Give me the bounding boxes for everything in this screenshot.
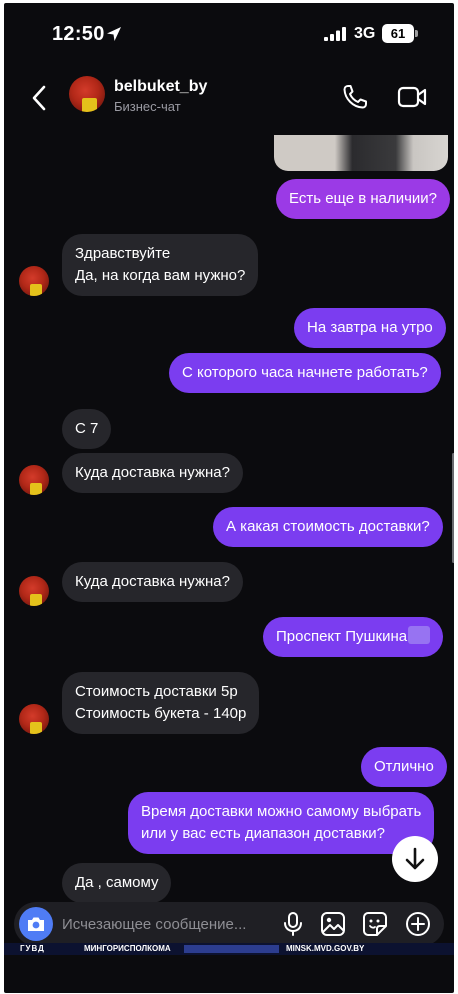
message-bubble-outgoing[interactable]: А какая стоимость доставки? [213,507,443,547]
sender-avatar [19,704,49,734]
location-arrow-icon [107,27,121,41]
status-bar: 12:50 3G 61 [4,3,454,65]
add-plus-icon[interactable] [405,911,431,937]
gallery-icon[interactable] [320,911,346,937]
message-bubble-outgoing[interactable]: С которого часа начнете работать? [169,353,441,393]
watermark-middle: МИНГОРИСПОЛКОМА [84,944,171,953]
camera-button[interactable] [19,907,53,941]
message-bubble-outgoing[interactable]: Время доставки можно самому выбрать или … [128,792,435,854]
sender-avatar [19,465,49,495]
sender-avatar [19,266,49,296]
back-chevron-icon[interactable] [28,83,50,113]
phone-call-icon[interactable] [341,83,369,111]
message-bubble-incoming[interactable]: Стоимость доставки 5р Стоимость букета -… [62,672,260,734]
message-bubble-incoming[interactable]: Куда доставка нужна? [62,453,243,493]
message-text: Проспект Пушкина [276,628,408,645]
message-bubble-outgoing[interactable]: Проспект Пушкина [263,617,444,657]
message-bubble-incoming[interactable]: Здравствуйте Да, на когда вам нужно? [62,234,259,296]
message-input[interactable] [62,910,272,938]
battery-tip [415,30,418,37]
scrollbar-thumb[interactable] [452,453,454,563]
watermark-band [184,945,279,953]
microphone-icon[interactable] [280,911,306,937]
battery-indicator: 61 [382,24,414,43]
watermark-right: MINSK.MVD.GOV.BY [286,944,365,953]
message-bubble-outgoing[interactable]: На завтра на утро [294,308,446,348]
chat-header: belbuket_by Бизнес-чат [4,65,454,135]
contact-subtitle: Бизнес-чат [114,99,181,114]
phone-screen: 12:50 3G 61 belbuket_by Бизнес-чат Есть … [4,3,454,993]
network-type: 3G [354,25,376,42]
watermark-left: ГУВД [20,944,45,953]
message-bubble-outgoing[interactable]: Есть еще в наличии? [276,179,451,219]
message-bubble-incoming[interactable]: С 7 [62,409,112,449]
message-bubble-incoming[interactable]: Да , самому [62,863,172,903]
video-call-icon[interactable] [397,85,427,109]
arrow-down-icon [405,847,425,870]
sender-avatar [19,576,49,606]
contact-name[interactable]: belbuket_by [114,78,207,96]
message-bubble-outgoing[interactable]: Отлично [361,747,447,787]
message-composer [14,902,444,946]
camera-icon [28,917,44,931]
contact-avatar[interactable] [69,76,105,112]
shared-photo[interactable] [274,135,448,171]
signal-bars-icon [324,27,346,41]
message-list[interactable]: Есть еще в наличии? Здравствуйте Да, на … [4,135,454,907]
status-time: 12:50 [52,23,105,45]
scroll-to-bottom-button[interactable] [392,836,438,882]
watermark-strip: ГУВД МИНГОРИСПОЛКОМА MINSK.MVD.GOV.BY [4,943,454,955]
sticker-icon[interactable] [362,911,388,937]
redacted-blur [408,626,431,644]
message-bubble-incoming[interactable]: Куда доставка нужна? [62,562,243,602]
